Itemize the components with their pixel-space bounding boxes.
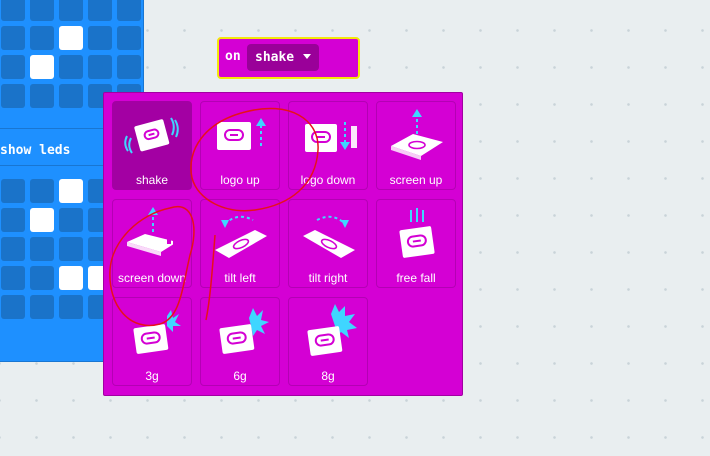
led-cell[interactable]: [117, 55, 141, 79]
menu-item-label: 8g: [321, 369, 335, 383]
led-cell[interactable]: [59, 179, 83, 203]
led-cell[interactable]: [59, 0, 83, 21]
menu-item-screen-up[interactable]: screen up: [376, 101, 456, 190]
menu-item-shake[interactable]: shake: [112, 101, 192, 190]
free-fall-icon: [399, 208, 435, 258]
led-cell[interactable]: [88, 26, 112, 50]
menu-item-logo-down[interactable]: logo down: [288, 101, 368, 190]
led-cell[interactable]: [117, 26, 141, 50]
led-cell[interactable]: [1, 55, 25, 79]
led-cell[interactable]: [59, 266, 83, 290]
tilt-left-icon: [215, 215, 267, 258]
led-cell[interactable]: [117, 0, 141, 21]
logo-up-icon: [217, 118, 266, 150]
menu-item-6g[interactable]: 6g: [200, 297, 280, 386]
led-cell[interactable]: [1, 266, 25, 290]
show-leds-label: show leds: [0, 143, 71, 158]
led-cell[interactable]: [30, 0, 54, 21]
led-cell[interactable]: [88, 0, 112, 21]
menu-item-label: logo up: [220, 173, 260, 187]
led-cell[interactable]: [1, 237, 25, 261]
led-cell[interactable]: [59, 237, 83, 261]
chevron-down-icon: [303, 54, 311, 59]
menu-item-8g[interactable]: 8g: [288, 297, 368, 386]
led-cell[interactable]: [1, 208, 25, 232]
led-cell[interactable]: [1, 0, 25, 21]
led-cell[interactable]: [30, 208, 54, 232]
menu-item-label: tilt left: [224, 271, 256, 285]
menu-item-label: 3g: [145, 369, 159, 383]
led-cell[interactable]: [30, 55, 54, 79]
shake-icon: [124, 117, 179, 154]
led-cell[interactable]: [59, 26, 83, 50]
menu-item-tilt-right[interactable]: tilt right: [288, 199, 368, 288]
menu-item-free-fall[interactable]: free fall: [376, 199, 456, 288]
led-cell[interactable]: [30, 26, 54, 50]
6g-icon: [219, 308, 269, 354]
gesture-dropdown-menu: shake logo up logo down screen up screen…: [103, 92, 463, 396]
menu-item-label: logo down: [300, 173, 356, 187]
menu-item-label: tilt right: [308, 271, 348, 285]
screen-up-icon: [391, 109, 443, 160]
menu-item-logo-up[interactable]: logo up: [200, 101, 280, 190]
gesture-dropdown-value: shake: [255, 50, 295, 65]
led-cell[interactable]: [88, 55, 112, 79]
led-cell[interactable]: [30, 179, 54, 203]
logo-down-icon: [305, 122, 357, 152]
led-cell[interactable]: [59, 55, 83, 79]
menu-item-label: screen down: [117, 271, 187, 285]
led-cell[interactable]: [30, 84, 54, 108]
led-cell[interactable]: [1, 295, 25, 319]
led-cell[interactable]: [30, 266, 54, 290]
tilt-right-icon: [303, 215, 355, 258]
menu-item-screen-down[interactable]: screen down: [112, 199, 192, 288]
on-label: on: [225, 49, 241, 64]
led-cell[interactable]: [1, 179, 25, 203]
led-cell[interactable]: [59, 295, 83, 319]
menu-item-label: shake: [135, 173, 169, 187]
on-gesture-block[interactable]: on shake: [217, 37, 360, 79]
menu-item-label: free fall: [396, 271, 436, 285]
led-cell[interactable]: [30, 295, 54, 319]
gesture-dropdown[interactable]: shake: [247, 44, 319, 71]
menu-item-label: 6g: [233, 369, 247, 383]
led-cell[interactable]: [59, 84, 83, 108]
screen-down-icon: [127, 207, 177, 256]
menu-item-tilt-left[interactable]: tilt left: [200, 199, 280, 288]
led-cell[interactable]: [59, 208, 83, 232]
3g-icon: [133, 310, 181, 354]
menu-item-3g[interactable]: 3g: [112, 297, 192, 386]
show-leds-block-bottom[interactable]: [0, 165, 141, 362]
8g-icon: [307, 304, 357, 356]
led-cell[interactable]: [1, 84, 25, 108]
menu-item-label: screen up: [389, 173, 443, 187]
led-cell[interactable]: [30, 237, 54, 261]
led-cell[interactable]: [1, 26, 25, 50]
